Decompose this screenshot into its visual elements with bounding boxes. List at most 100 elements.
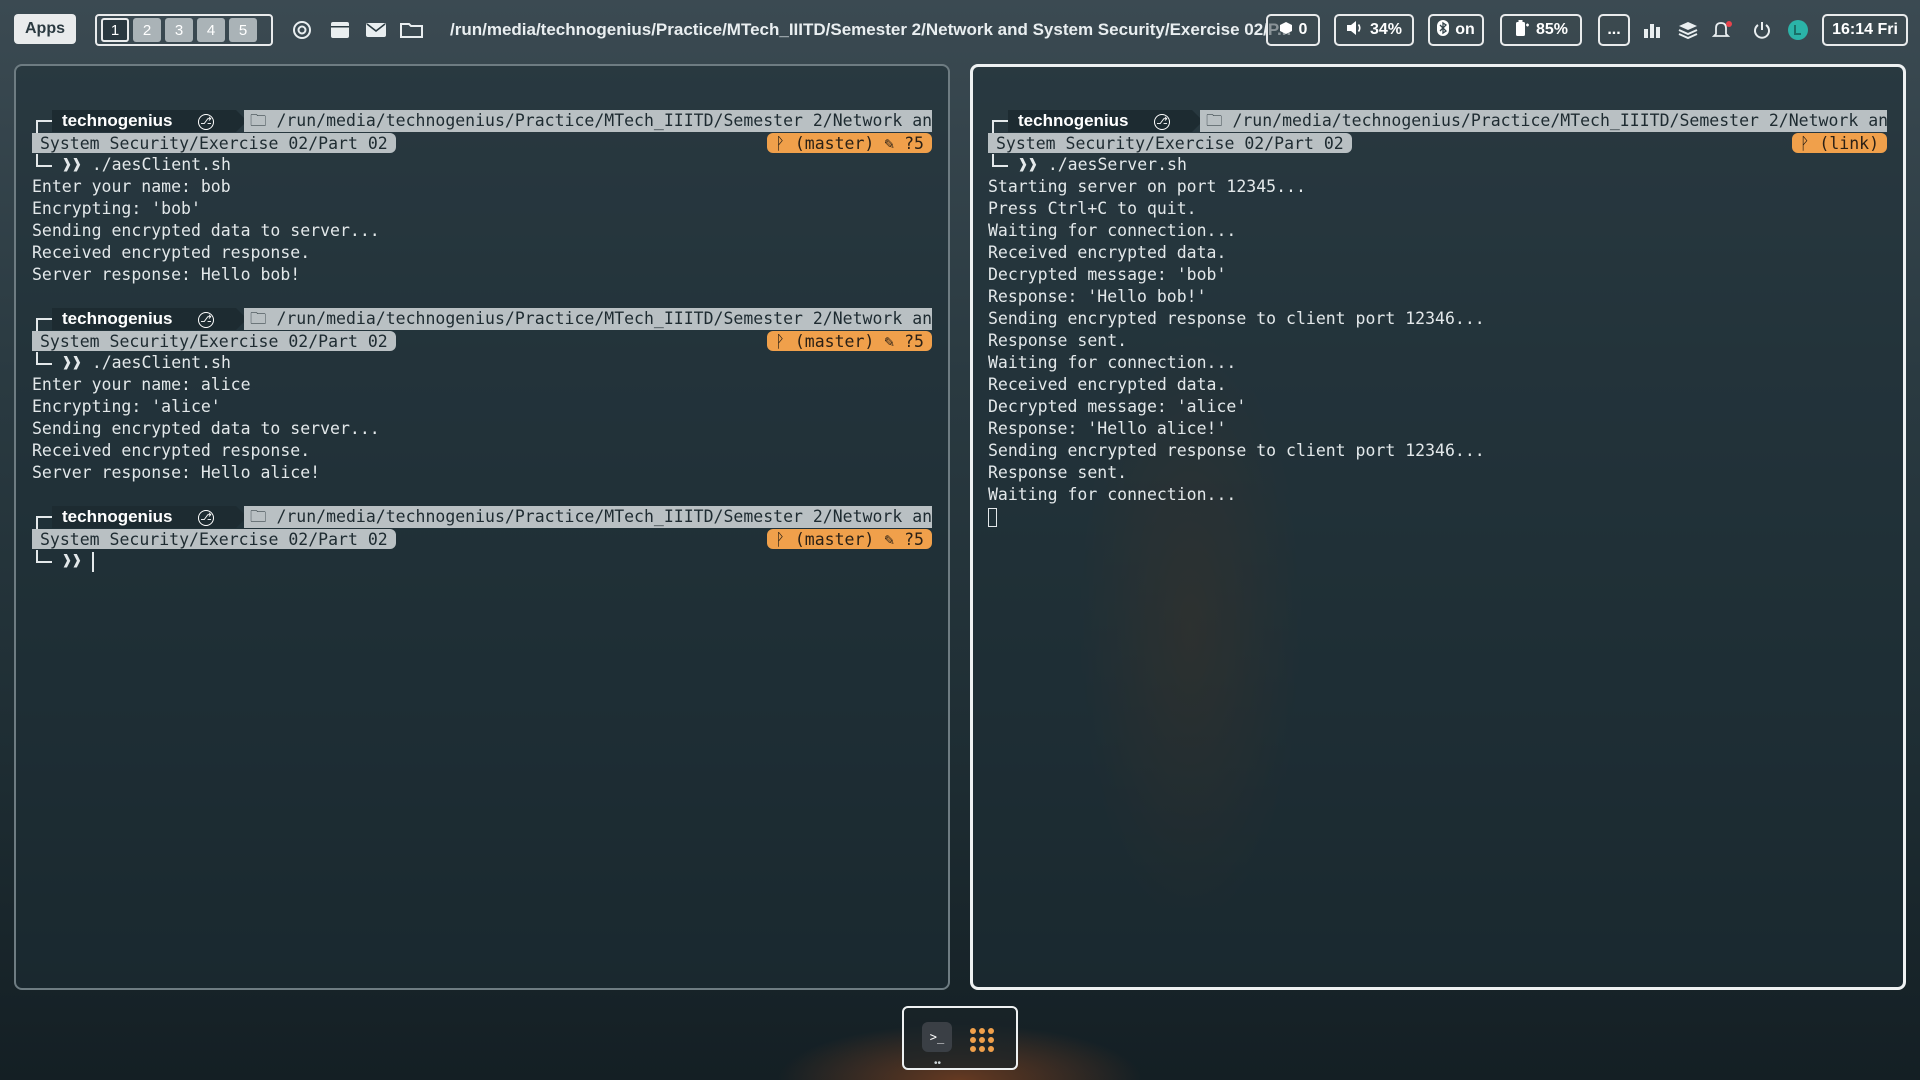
output-line: Response: 'Hello alice!' (988, 419, 1227, 438)
path-line1: /run/media/technogenius/Practice/MTech_I… (1232, 111, 1887, 130)
folder-icon: 🗀 (250, 309, 277, 328)
path-line2: System Security/Exercise 02/Part 02 (32, 133, 396, 153)
workspace-1[interactable]: 1 (101, 18, 129, 42)
prompt-symbol: ❱❱ (1018, 155, 1038, 174)
updates-count: 0 (1298, 21, 1308, 38)
workspace-5[interactable]: 5 (229, 18, 257, 42)
window-icon[interactable] (328, 18, 352, 42)
path-line1: /run/media/technogenius/Practice/MTech_I… (276, 111, 932, 130)
folder-icon: 🗀 (1206, 111, 1233, 130)
layers-icon[interactable] (1676, 18, 1700, 42)
prompt-symbol: ❱❱ (62, 551, 82, 570)
output-line: Sending encrypted response to client por… (988, 441, 1485, 460)
output-line: Response sent. (988, 331, 1128, 350)
path-line2: System Security/Exercise 02/Part 02 (988, 133, 1352, 153)
prompt-header: technogenius ⎇ 🗀 /run/media/technogenius… (32, 110, 932, 134)
prompt-command-line: ❱❱ ./aesClient.sh (32, 352, 932, 374)
output-line: Press Ctrl+C to quit. (988, 199, 1197, 218)
workspace-3[interactable]: 3 (165, 18, 193, 42)
avatar-icon[interactable] (1786, 18, 1810, 42)
folder-icon[interactable] (400, 18, 424, 42)
prompt-path: 🗀 /run/media/technogenius/Practice/MTech… (244, 506, 932, 528)
path-line1: /run/media/technogenius/Practice/MTech_I… (276, 309, 932, 328)
git-status-badge: ᚹ (master) ✎ ?5 (767, 133, 932, 153)
app-grid-icon[interactable] (970, 1028, 994, 1052)
folder-icon: 🗀 (250, 111, 277, 130)
path-line1: /run/media/technogenius/Practice/MTech_I… (276, 507, 932, 526)
bell-icon[interactable] (1710, 18, 1734, 42)
prompt-username: technogenius (62, 507, 173, 526)
terminal-output: technogenius ⎇ 🗀 /run/media/technogenius… (988, 110, 1887, 528)
battery-indicator[interactable]: 85% (1500, 14, 1582, 46)
prompt-username: technogenius (62, 111, 173, 130)
apps-button[interactable]: Apps (14, 14, 76, 44)
terminal-output: technogenius ⎇ 🗀 /run/media/technogenius… (32, 110, 932, 572)
bluetooth-indicator[interactable]: on (1428, 14, 1484, 46)
openai-icon[interactable] (290, 18, 314, 42)
prompt-header: technogenius ⎇ 🗀 /run/media/technogenius… (32, 308, 932, 332)
window-title: /run/media/technogenius/Practice/MTech_I… (450, 20, 1292, 39)
output-line: Waiting for connection... (988, 353, 1237, 372)
bluetooth-icon (1437, 19, 1450, 41)
github-user-icon: ⎇ (198, 114, 214, 130)
prompt-header: technogenius ⎇ 🗀 /run/media/technogenius… (988, 110, 1887, 134)
package-icon (1279, 21, 1293, 40)
block-cursor (988, 508, 997, 527)
output-line: Sending encrypted data to server... (32, 419, 380, 438)
output-line: Decrypted message: 'bob' (988, 265, 1227, 284)
prompt-subline: System Security/Exercise 02/Part 02 ᚹ (m… (32, 528, 932, 550)
output-line: Waiting for connection... (988, 485, 1237, 504)
command-text: ./aesClient.sh (91, 353, 231, 372)
git-status-badge: ᚹ (master) ✎ ?5 (767, 529, 932, 549)
path-line2: System Security/Exercise 02/Part 02 (32, 529, 396, 549)
prompt-command-line: ❱❱ ./aesClient.sh (32, 154, 932, 176)
workspace-switcher: 1 2 3 4 5 (95, 14, 273, 46)
stats-icon[interactable] (1640, 18, 1664, 42)
text-cursor (92, 552, 94, 572)
prompt-corner-bottom (36, 550, 52, 563)
prompt-corner-bottom (992, 154, 1008, 167)
prompt-subline: System Security/Exercise 02/Part 02 ᚹ (l… (988, 132, 1887, 154)
prompt-username: technogenius (62, 309, 173, 328)
client-terminal-window[interactable]: technogenius ⎇ 🗀 /run/media/technogenius… (14, 64, 950, 990)
battery-value: 85% (1535, 21, 1569, 38)
bluetooth-status: on (1455, 21, 1475, 38)
output-line: Response: 'Hello bob!' (988, 287, 1207, 306)
output-line: Server response: Hello bob! (32, 265, 301, 284)
command-text: ./aesServer.sh (1047, 155, 1187, 174)
output-line: Response sent. (988, 463, 1128, 482)
power-icon[interactable] (1750, 18, 1774, 42)
prompt-header: technogenius ⎇ 🗀 /run/media/technogenius… (32, 506, 932, 530)
prompt-username: technogenius (1018, 111, 1129, 130)
output-line: Sending encrypted response to client por… (988, 309, 1485, 328)
git-status-badge: ᚹ (master) ✎ ?5 (767, 331, 932, 351)
block-cursor-line (988, 506, 1887, 528)
active-command-input[interactable]: ❱❱ (32, 550, 932, 572)
prompt-path: 🗀 /run/media/technogenius/Practice/MTech… (244, 308, 932, 330)
running-indicator: •• (934, 1058, 942, 1069)
dock: >_ •• (902, 1006, 1018, 1070)
github-user-icon: ⎇ (198, 312, 214, 328)
prompt-symbol: ❱❱ (62, 353, 82, 372)
output-line: Waiting for connection... (988, 221, 1237, 240)
prompt-symbol: ❱❱ (62, 155, 82, 174)
output-line: Received encrypted data. (988, 375, 1227, 394)
output-line: Received encrypted data. (988, 243, 1227, 262)
volume-indicator[interactable]: 34% (1334, 14, 1414, 46)
clock[interactable]: 16:14 Fri (1822, 14, 1908, 46)
server-terminal-window[interactable]: technogenius ⎇ 🗀 /run/media/technogenius… (970, 64, 1906, 990)
folder-icon: 🗀 (250, 507, 277, 526)
output-line: Encrypting: 'alice' (32, 397, 221, 416)
updates-indicator[interactable]: 0 (1266, 14, 1320, 46)
prompt-corner-bottom (36, 352, 52, 365)
terminal-app-icon[interactable]: >_ (922, 1022, 952, 1052)
workspace-4[interactable]: 4 (197, 18, 225, 42)
github-user-icon: ⎇ (198, 510, 214, 526)
output-line: Encrypting: 'bob' (32, 199, 201, 218)
output-line: Decrypted message: 'alice' (988, 397, 1247, 416)
mail-icon[interactable] (364, 18, 388, 42)
prompt-command-line: ❱❱ ./aesServer.sh (988, 154, 1887, 176)
workspace-2[interactable]: 2 (133, 18, 161, 42)
command-text: ./aesClient.sh (91, 155, 231, 174)
more-button[interactable]: ... (1598, 14, 1630, 46)
